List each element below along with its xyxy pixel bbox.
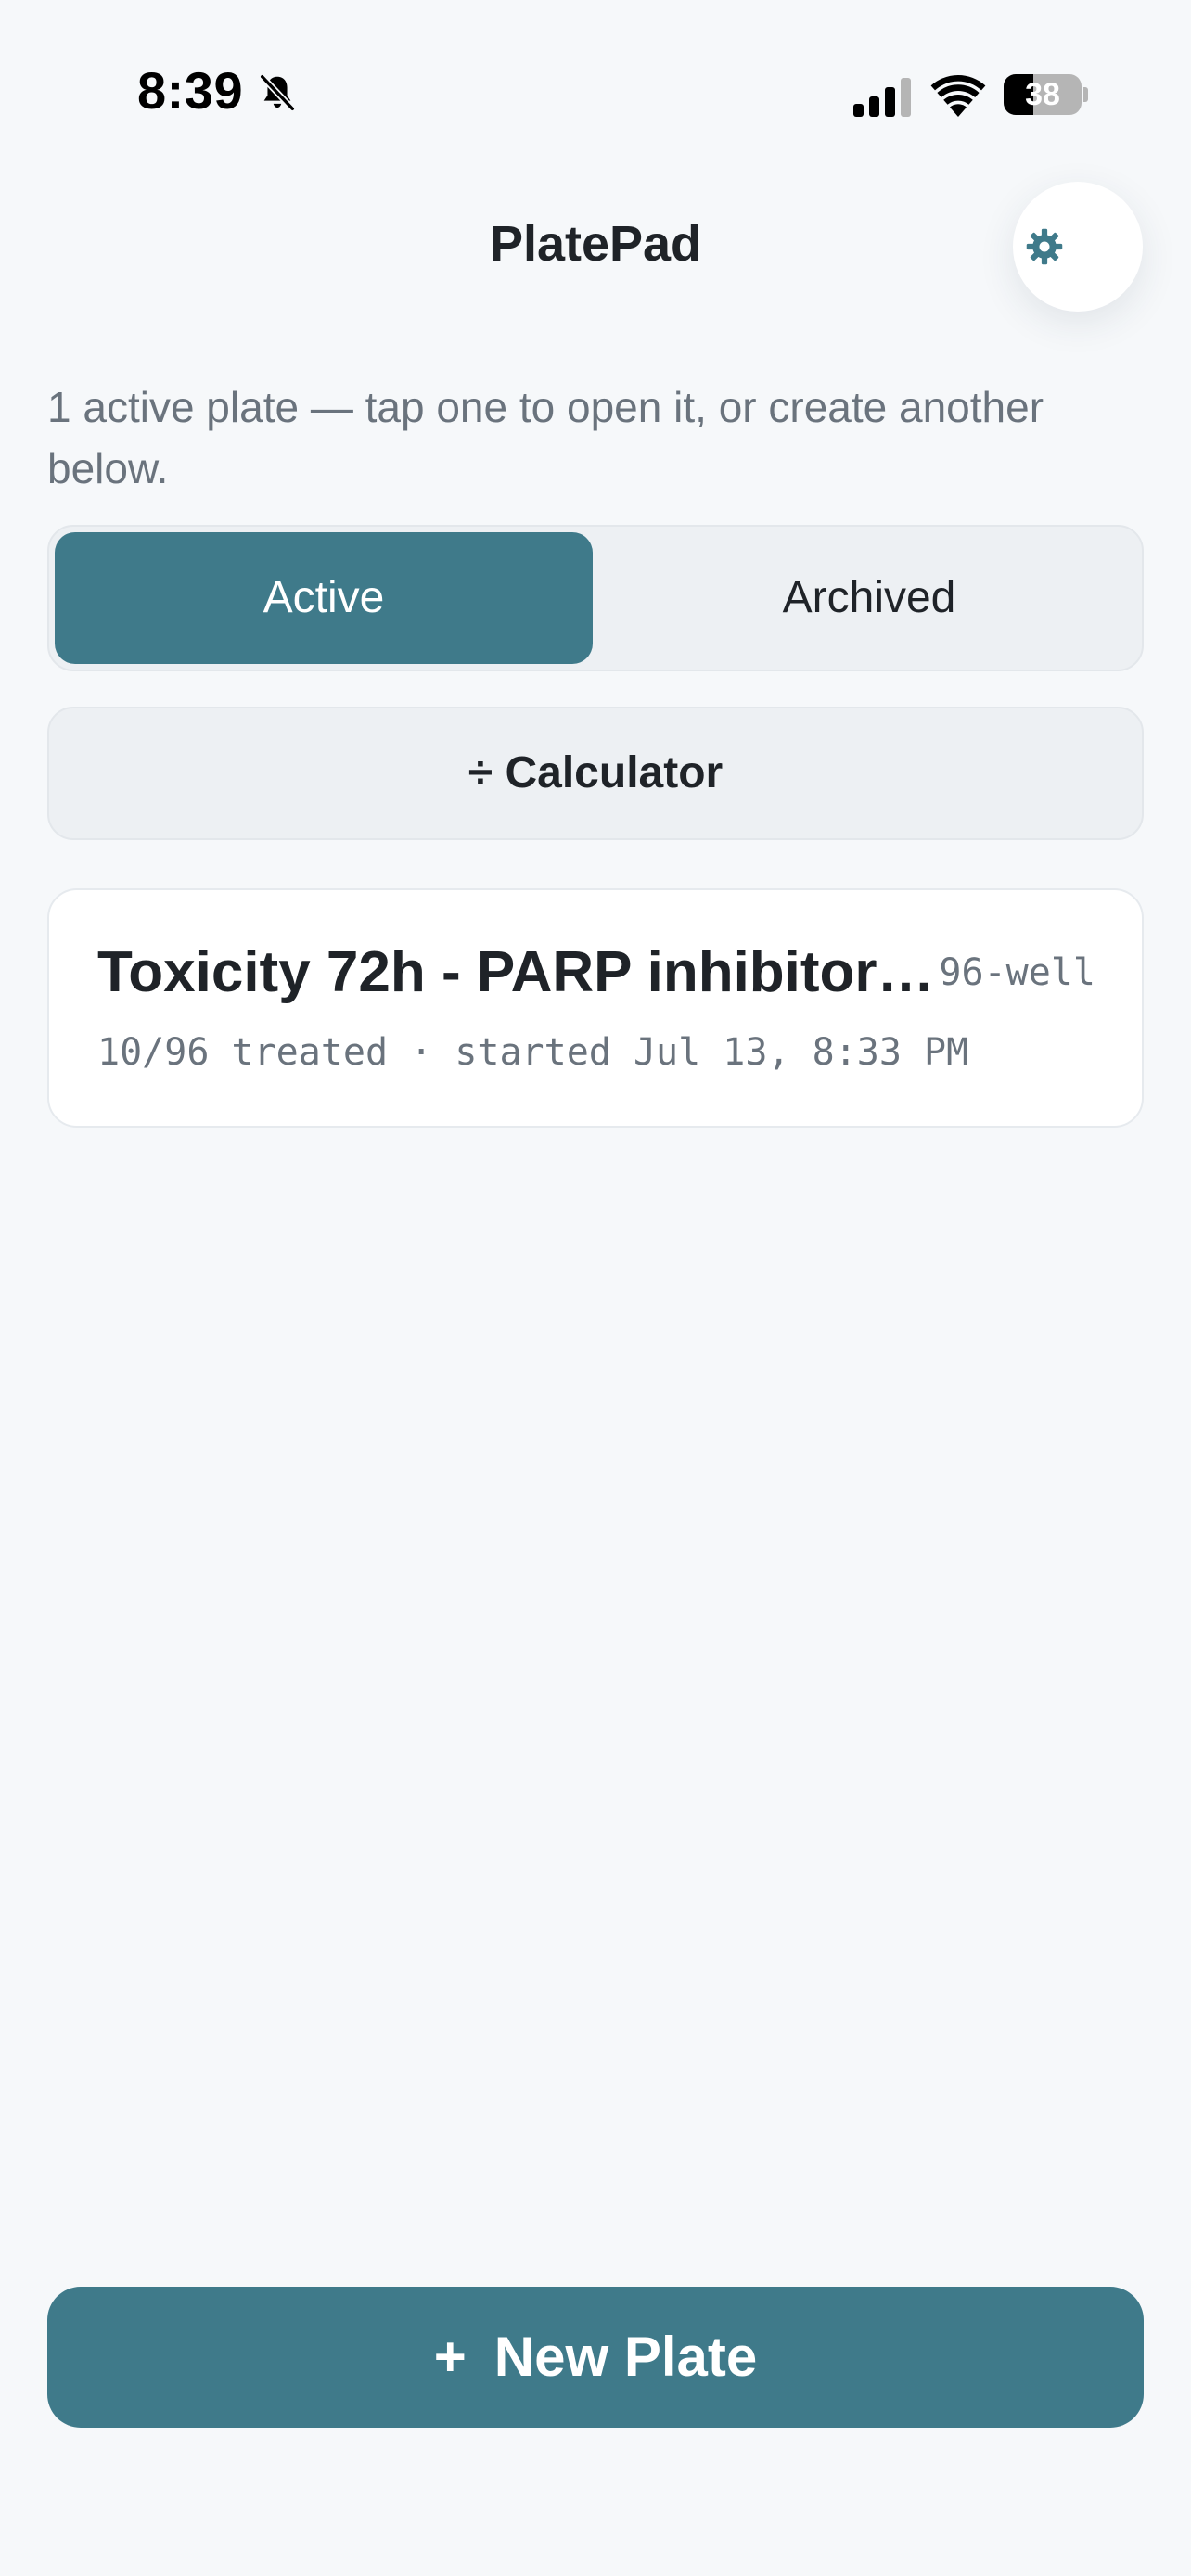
battery-cap (1083, 87, 1088, 102)
intro-text: 1 active plate — tap one to open it, or … (47, 383, 1044, 492)
tab-active[interactable]: Active (55, 532, 593, 664)
battery-body: 38 (1004, 74, 1082, 115)
settings-button[interactable] (1013, 182, 1143, 312)
wifi-icon (930, 75, 986, 117)
new-plate-button[interactable]: + New Plate (47, 2287, 1144, 2428)
home-screen: 8:39 38 PlatePad 1 active plate — tap on… (0, 0, 1191, 2576)
tab-archived[interactable]: Archived (600, 532, 1138, 664)
plus-icon: + (433, 2326, 467, 2388)
battery-icon: 38 (1004, 74, 1088, 115)
cellular-signal-icon (853, 78, 911, 117)
calculator-button[interactable]: ÷ Calculator (47, 707, 1144, 840)
gear-icon (1026, 228, 1063, 265)
plate-format-badge: 96-well (939, 951, 1095, 994)
new-plate-label: New Plate (493, 2326, 758, 2388)
plate-meta: 10/96 treated · started Jul 13, 8:33 PM (97, 1031, 969, 1074)
battery-level-text: 38 (1025, 77, 1060, 112)
plate-card[interactable]: Toxicity 72h - PARP inhibitor… 96-well 1… (47, 888, 1144, 1128)
bell-slash-icon (260, 74, 295, 111)
status-time: 8:39 (137, 61, 244, 120)
plate-filter-segmented-control: Active Archived (47, 525, 1144, 671)
status-bar: 8:39 38 (0, 0, 1191, 139)
plate-name: Toxicity 72h - PARP inhibitor… (97, 940, 935, 1004)
